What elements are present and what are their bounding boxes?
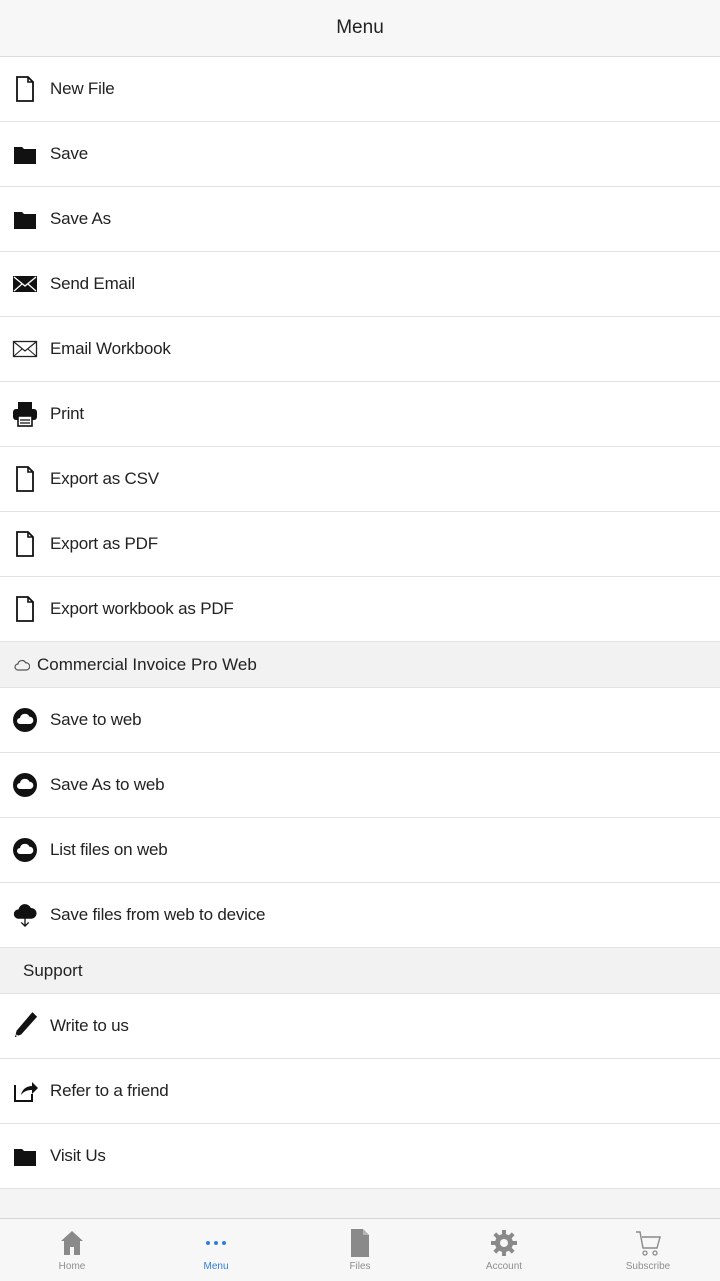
tab-label: Home xyxy=(58,1261,86,1272)
cloud-circle-icon xyxy=(12,772,38,798)
document-icon xyxy=(12,531,38,557)
tab-files[interactable]: Files xyxy=(288,1219,432,1281)
tab-subscribe[interactable]: Subscribe xyxy=(576,1219,720,1281)
menu-item-label: Write to us xyxy=(50,1016,129,1035)
share-icon xyxy=(12,1078,38,1104)
menu-item-export-workbook-pdf[interactable]: Export workbook as PDF xyxy=(0,577,720,642)
document-icon xyxy=(12,596,38,622)
menu-item-label: Save xyxy=(50,144,88,163)
bottom-tab-bar: Home Menu Files Account Subscribe xyxy=(0,1218,720,1281)
menu-item-print[interactable]: Print xyxy=(0,382,720,447)
cart-icon xyxy=(633,1227,663,1259)
menu-item-label: Export workbook as PDF xyxy=(50,599,234,618)
menu-item-label: Visit Us xyxy=(50,1146,106,1165)
menu-item-send-email[interactable]: Send Email xyxy=(0,252,720,317)
menu-item-save-files-from-web[interactable]: Save files from web to device xyxy=(0,883,720,948)
menu-item-label: Save to web xyxy=(50,710,142,729)
menu-item-refer-friend[interactable]: Refer to a friend xyxy=(0,1059,720,1124)
tab-home[interactable]: Home xyxy=(0,1219,144,1281)
menu-item-label: Save files from web to device xyxy=(50,905,266,924)
cloud-circle-icon xyxy=(12,707,38,733)
envelope-outline-icon xyxy=(12,336,38,362)
menu-item-visit-us[interactable]: Visit Us xyxy=(0,1124,720,1189)
home-icon xyxy=(57,1227,87,1259)
menu-item-label: Export as CSV xyxy=(50,469,159,488)
folder-icon xyxy=(12,206,38,232)
tab-label: Subscribe xyxy=(625,1261,671,1272)
printer-icon xyxy=(12,401,38,427)
menu-item-export-csv[interactable]: Export as CSV xyxy=(0,447,720,512)
tab-menu[interactable]: Menu xyxy=(144,1219,288,1281)
pencil-icon xyxy=(12,1012,38,1039)
page-title: Menu xyxy=(336,17,384,38)
document-icon xyxy=(12,76,38,102)
menu-item-export-pdf[interactable]: Export as PDF xyxy=(0,512,720,577)
menu-item-save-as[interactable]: Save As xyxy=(0,187,720,252)
document-icon xyxy=(12,466,38,492)
tab-account[interactable]: Account xyxy=(432,1219,576,1281)
envelope-filled-icon xyxy=(12,271,38,297)
menu-item-label: Print xyxy=(50,404,84,423)
menu-item-label: Send Email xyxy=(50,274,135,293)
menu-item-label: Save As to web xyxy=(50,775,165,794)
menu-item-email-workbook[interactable]: Email Workbook xyxy=(0,317,720,382)
tab-label: Account xyxy=(485,1261,523,1272)
cloud-circle-icon xyxy=(12,837,38,863)
more-dots-icon xyxy=(201,1227,231,1259)
section-header-support: Support xyxy=(0,948,720,994)
menu-item-label: Email Workbook xyxy=(50,339,171,358)
menu-item-label: List files on web xyxy=(50,840,168,859)
gear-icon xyxy=(489,1227,519,1259)
cloud-outline-icon xyxy=(14,657,30,673)
cloud-download-icon xyxy=(12,902,38,928)
section-title: Commercial Invoice Pro Web xyxy=(37,654,257,674)
file-icon xyxy=(345,1227,375,1259)
menu-item-new-file[interactable]: New File xyxy=(0,57,720,122)
folder-icon xyxy=(12,141,38,167)
menu-list: New File Save Save As Send Email Email W… xyxy=(0,57,720,1189)
folder-icon xyxy=(12,1143,38,1169)
menu-item-write-to-us[interactable]: Write to us xyxy=(0,994,720,1059)
tab-label: Menu xyxy=(203,1261,229,1272)
menu-item-label: Export as PDF xyxy=(50,534,158,553)
menu-item-label: Save As xyxy=(50,209,111,228)
menu-item-save-as-to-web[interactable]: Save As to web xyxy=(0,753,720,818)
menu-item-label: New File xyxy=(50,79,115,98)
section-header-web: Commercial Invoice Pro Web xyxy=(0,642,720,688)
menu-item-save-to-web[interactable]: Save to web xyxy=(0,688,720,753)
section-title: Support xyxy=(23,960,83,980)
menu-item-list-files-on-web[interactable]: List files on web xyxy=(0,818,720,883)
menu-item-save[interactable]: Save xyxy=(0,122,720,187)
menu-item-label: Refer to a friend xyxy=(50,1081,169,1100)
tab-label: Files xyxy=(349,1261,371,1272)
top-bar: Menu xyxy=(0,0,720,57)
